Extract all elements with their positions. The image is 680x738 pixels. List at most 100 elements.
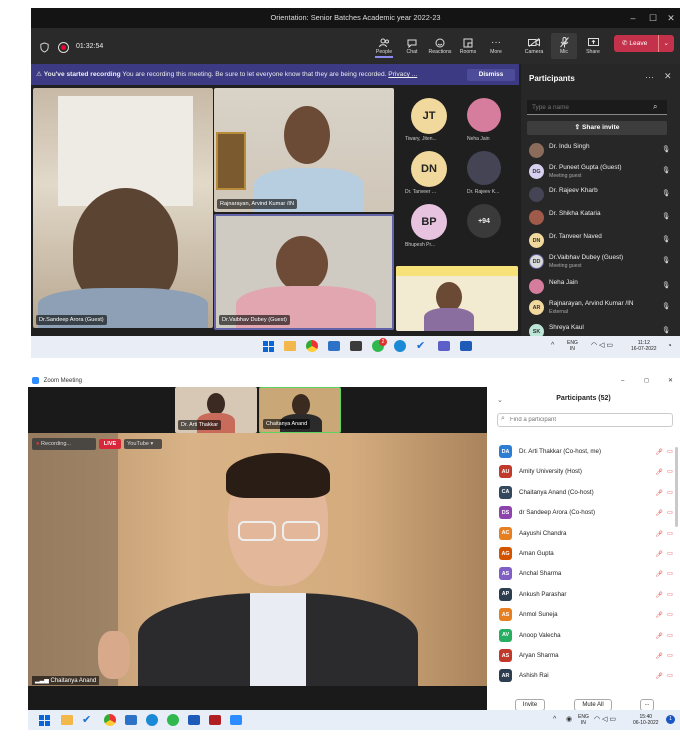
- recording-status[interactable]: ● Recording...: [32, 438, 96, 450]
- maximize-icon[interactable]: ◻: [644, 375, 649, 387]
- participant-row[interactable]: DN Dr. Tanveer Naved 🎙: [529, 230, 676, 250]
- chevron-up-icon[interactable]: ^: [553, 716, 556, 723]
- participant-row[interactable]: DS dr Sandeep Arora (Co-host) 🎤︎ ▭: [499, 503, 677, 523]
- participant-row[interactable]: AS Anchal Sharma 🎤︎ ▭: [499, 564, 677, 584]
- mic-button[interactable]: Mic: [551, 33, 577, 59]
- minimize-icon[interactable]: –: [623, 8, 643, 28]
- search-input[interactable]: [497, 413, 673, 427]
- whatsapp-icon[interactable]: [167, 714, 179, 726]
- participant-row[interactable]: DA Dr. Arti Thakkar (Co-host, me) 🎤︎ ▭: [499, 442, 677, 462]
- chevron-down-icon[interactable]: ⌄: [658, 35, 669, 52]
- more-button[interactable]: ··· More: [483, 36, 509, 55]
- participant-row[interactable]: Dr. Indu Singh 🎙: [529, 140, 676, 160]
- participant-row[interactable]: AU Amity University (Host) 🎤︎ ▭: [499, 462, 677, 482]
- edge-icon[interactable]: [394, 340, 406, 352]
- video-tile-vaibhav[interactable]: Dr.Vaibhav Dubey (Guest): [214, 214, 394, 330]
- scrollbar[interactable]: [675, 447, 678, 527]
- share-invite-button[interactable]: ⇪ Share invite: [527, 121, 667, 135]
- mic-video-status-icons[interactable]: 🎤︎ ▭: [655, 611, 673, 619]
- participant-row[interactable]: AR Ashish Rai 🎤︎ ▭: [499, 666, 677, 686]
- chat-button[interactable]: Chat: [399, 36, 425, 55]
- participant-row[interactable]: DG Dr. Puneet Gupta (Guest) Meeting guest 🎙: [529, 161, 676, 181]
- minimize-icon[interactable]: –: [621, 375, 624, 387]
- mic-video-status-icons[interactable]: 🎤︎ ▭: [655, 570, 673, 578]
- windows-start-icon[interactable]: [263, 341, 274, 352]
- chevron-up-icon[interactable]: ^: [551, 342, 554, 349]
- edge-icon[interactable]: [146, 714, 158, 726]
- avatar-jt[interactable]: JT: [411, 98, 447, 134]
- participant-row[interactable]: AR Rajnarayan, Arvind Kumar /IN External 🎙: [529, 297, 676, 317]
- acrobat-icon[interactable]: [209, 715, 221, 725]
- avatar-neha-jain[interactable]: [467, 98, 501, 132]
- close-icon[interactable]: ✕: [668, 375, 673, 387]
- notifications-icon[interactable]: ◔: [667, 341, 672, 350]
- mic-video-status-icons[interactable]: 🎤︎ ▭: [655, 509, 673, 517]
- clock[interactable]: 11:12 16-07-2022: [631, 340, 657, 352]
- camera-button[interactable]: Camera: [521, 36, 547, 55]
- word-icon[interactable]: [188, 715, 200, 725]
- avatar-dn[interactable]: DN: [411, 151, 447, 187]
- mic-video-status-icons[interactable]: 🎤︎ ▭: [655, 550, 673, 558]
- participant-row[interactable]: AS Anmol Suneja 🎤︎ ▭: [499, 605, 677, 625]
- thumbnail-arti-thakkar[interactable]: Dr. Arti Thakkar: [175, 387, 257, 433]
- language-indicator[interactable]: ENG IN: [567, 340, 578, 352]
- chrome-icon[interactable]: [104, 714, 116, 726]
- active-speaker-video[interactable]: ▂▃▅ Chaitanya Anand: [28, 433, 487, 686]
- mic-video-status-icons[interactable]: 🎤︎ ▭: [655, 591, 673, 599]
- participant-row[interactable]: AS Aryan Sharma 🎤︎ ▭: [499, 646, 677, 666]
- participant-row[interactable]: CA Chaitanya Anand (Co-host) 🎤︎ ▭: [499, 483, 677, 503]
- mic-video-status-icons[interactable]: 🎤︎ ▭: [655, 652, 673, 660]
- todo-icon[interactable]: ✔: [416, 339, 425, 352]
- participant-row[interactable]: Neha Jain 🎙: [529, 276, 676, 296]
- word-icon[interactable]: [460, 341, 472, 351]
- video-tile-presentation[interactable]: [396, 266, 518, 331]
- maximize-icon[interactable]: ☐: [643, 8, 663, 28]
- participant-row[interactable]: AP Ankush Parashar 🎤︎ ▭: [499, 585, 677, 605]
- participant-row[interactable]: AG Aman Gupta 🎤︎ ▭: [499, 544, 677, 564]
- clock[interactable]: 15:40 06-10-2022: [633, 714, 659, 726]
- store-icon[interactable]: [350, 341, 362, 351]
- search-input[interactable]: [527, 100, 667, 115]
- mail-icon[interactable]: [328, 341, 340, 351]
- mail-icon[interactable]: [125, 715, 137, 725]
- share-button[interactable]: Share: [580, 36, 606, 55]
- youtube-dropdown[interactable]: YouTube ▾: [124, 439, 162, 449]
- participant-row[interactable]: Dr. Rajeev Kharb 🎙: [529, 184, 676, 204]
- avatar-bp[interactable]: BP: [411, 204, 447, 240]
- participant-row[interactable]: Dr. Shikha Kataria 🎙: [529, 207, 676, 227]
- participant-row[interactable]: DD Dr.Vaibhav Dubey (Guest) Meeting guest 🎙: [529, 251, 676, 271]
- todo-icon[interactable]: ✔: [82, 713, 91, 726]
- chrome-icon[interactable]: [306, 340, 318, 352]
- wifi-volume-battery-icons[interactable]: ◠ ◁ ▭: [591, 341, 613, 349]
- more-participants-badge[interactable]: +94: [467, 204, 501, 238]
- rooms-button[interactable]: Rooms: [455, 36, 481, 55]
- zoom-app-icon[interactable]: [230, 715, 242, 725]
- mic-video-status-icons[interactable]: 🎤︎ ▭: [655, 632, 673, 640]
- file-explorer-icon[interactable]: [61, 715, 73, 725]
- video-tile-sandeep[interactable]: Dr.Sandeep Arora (Guest): [33, 88, 213, 328]
- privacy-link[interactable]: Privacy ...: [388, 71, 417, 78]
- dismiss-button[interactable]: Dismiss: [467, 69, 515, 81]
- mic-video-status-icons[interactable]: 🎤︎ ▭: [655, 448, 673, 456]
- teams-icon[interactable]: [438, 341, 450, 351]
- wifi-volume-battery-icons[interactable]: ◠ ◁ ▭: [594, 715, 616, 723]
- mic-video-status-icons[interactable]: 🎤︎ ▭: [655, 530, 673, 538]
- windows-start-icon[interactable]: [39, 715, 50, 726]
- mic-video-status-icons[interactable]: 🎤︎ ▭: [655, 468, 673, 476]
- mic-video-status-icons[interactable]: 🎤︎ ▭: [655, 489, 673, 497]
- mic-video-status-icons[interactable]: 🎤︎ ▭: [655, 672, 673, 680]
- reactions-button[interactable]: Reactions: [427, 36, 453, 55]
- people-button[interactable]: People: [371, 36, 397, 58]
- participant-row[interactable]: AC Aayushi Chandra 🎤︎ ▭: [499, 524, 677, 544]
- thumbnail-chaitanya-anand[interactable]: Chaitanya Anand: [259, 387, 341, 433]
- more-options-icon[interactable]: ···: [645, 72, 654, 82]
- close-panel-icon[interactable]: ✕: [664, 71, 672, 82]
- language-indicator[interactable]: ENG IN: [578, 714, 589, 726]
- video-tile-rajnarayan[interactable]: Rajnarayan, Arvind Kumar /IN: [214, 88, 394, 212]
- participant-row[interactable]: AV Anoop Valecha 🎤︎ ▭: [499, 626, 677, 646]
- leave-button[interactable]: ✆ Leave ⌄: [614, 35, 674, 52]
- file-explorer-icon[interactable]: [284, 341, 296, 351]
- close-icon[interactable]: ✕: [661, 8, 680, 28]
- avatar-rajeev[interactable]: [467, 151, 501, 185]
- notification-badge[interactable]: 1: [666, 715, 675, 724]
